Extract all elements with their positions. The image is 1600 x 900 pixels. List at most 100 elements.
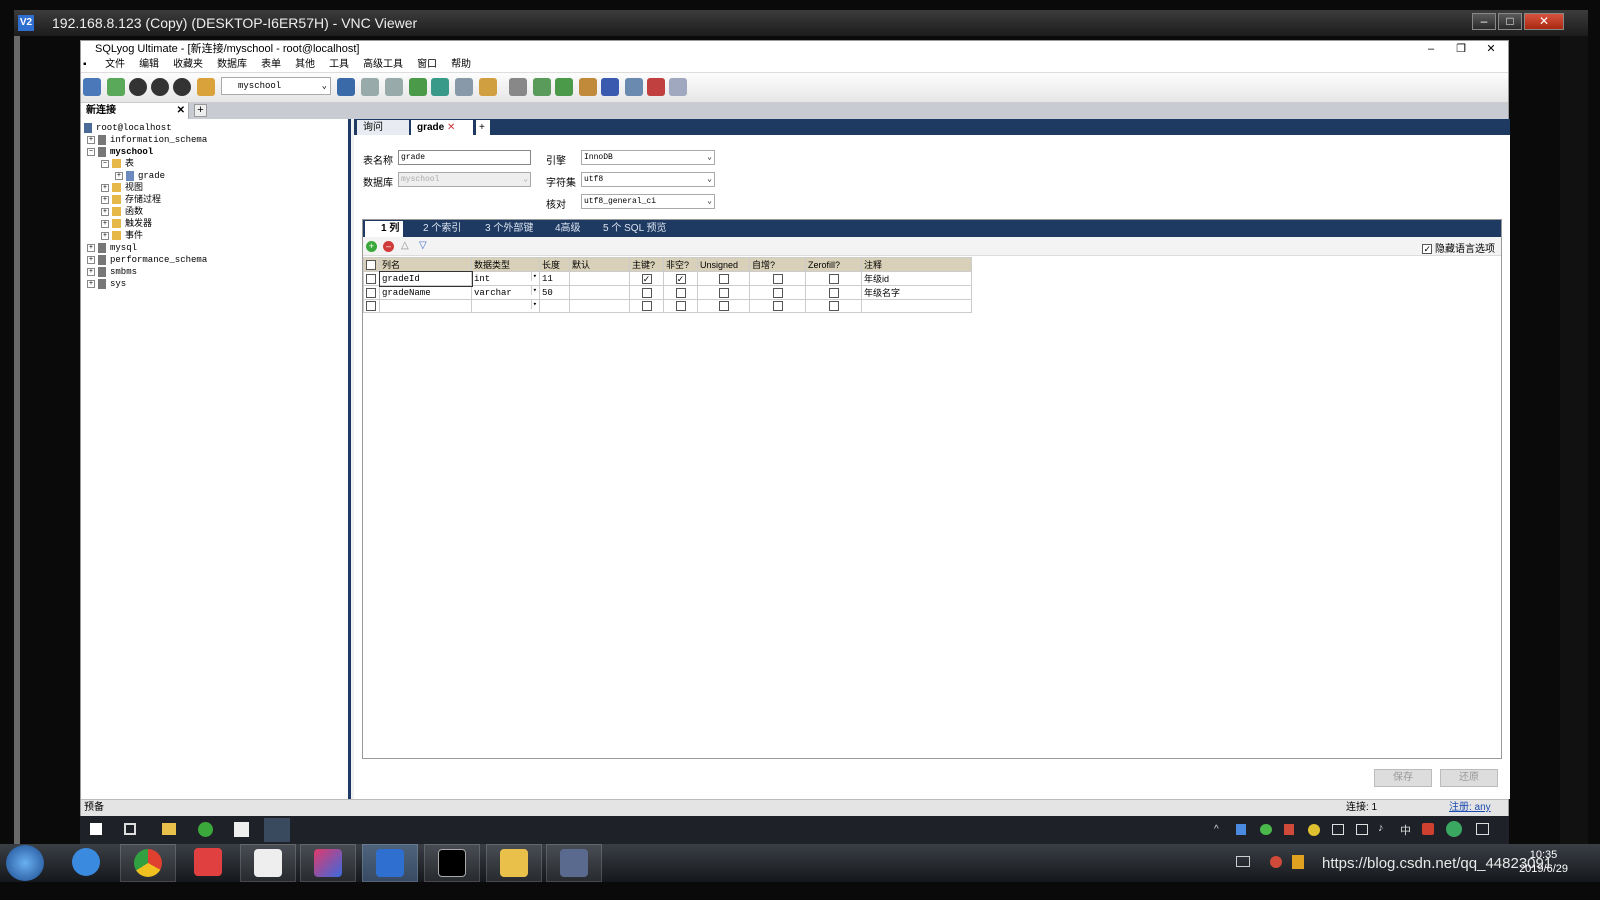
- new-connection-icon[interactable]: [83, 78, 101, 96]
- comment-cell[interactable]: 年级名字: [861, 285, 972, 300]
- keyboard-icon[interactable]: [1236, 856, 1250, 867]
- taskbar-chrome[interactable]: [120, 844, 176, 882]
- taskbar-intellij[interactable]: [300, 844, 356, 882]
- taskbar-ie[interactable]: [58, 844, 114, 882]
- tree-node[interactable]: + smbms: [87, 266, 137, 278]
- tab-indexes[interactable]: 2 个索引: [407, 221, 465, 237]
- tree-node[interactable]: + performance_schema: [87, 254, 207, 266]
- expand-icon[interactable]: +: [115, 171, 123, 180]
- close-icon[interactable]: ✕: [447, 122, 455, 133]
- menu-app-icon[interactable]: ▪: [81, 57, 95, 73]
- expand-icon[interactable]: +: [87, 243, 95, 252]
- tree-node[interactable]: + 视图: [101, 182, 143, 194]
- tree-root[interactable]: root@localhost: [84, 122, 172, 134]
- sogou-icon[interactable]: [1422, 823, 1434, 835]
- tree-node[interactable]: + 触发器: [101, 218, 152, 230]
- tree-node[interactable]: + information_schema: [87, 134, 207, 146]
- ai-cell[interactable]: [749, 285, 806, 300]
- execute-icon[interactable]: [129, 78, 147, 96]
- chevron-down-icon[interactable]: ▾: [530, 300, 538, 309]
- menu-window[interactable]: 窗口: [410, 57, 444, 73]
- taskbar-explorer[interactable]: [486, 844, 542, 882]
- chevron-down-icon[interactable]: ▾: [530, 272, 538, 281]
- restore-icon[interactable]: [385, 78, 403, 96]
- type-cell[interactable]: int ▾: [471, 271, 540, 286]
- refresh-icon[interactable]: [197, 78, 215, 96]
- engine-select[interactable]: InnoDB ⌄: [581, 150, 715, 165]
- name-cell[interactable]: gradeName: [379, 285, 472, 300]
- ai-checkbox[interactable]: [772, 301, 783, 312]
- delete-row-icon[interactable]: –: [383, 241, 394, 252]
- taskbar-typora[interactable]: [240, 844, 296, 882]
- row-select-checkbox[interactable]: [366, 273, 376, 284]
- taskbar-vnc[interactable]: [362, 844, 418, 882]
- pk-checkbox[interactable]: [641, 287, 652, 298]
- zf-cell[interactable]: [805, 285, 862, 300]
- backup-icon[interactable]: [361, 78, 379, 96]
- save-button[interactable]: 保存: [1374, 769, 1432, 787]
- unsigned-cell[interactable]: [697, 285, 750, 300]
- vnc-close-button[interactable]: ✕: [1524, 13, 1564, 30]
- tree-node[interactable]: − 表: [101, 158, 134, 170]
- tab-grade[interactable]: grade ✕: [411, 120, 473, 135]
- pk-cell[interactable]: [629, 285, 664, 300]
- network-icon[interactable]: [1356, 824, 1368, 835]
- unsigned-cell[interactable]: [697, 299, 750, 313]
- collapse-icon[interactable]: −: [87, 147, 95, 156]
- vnc-minimize-button[interactable]: –: [1472, 13, 1496, 30]
- user-icon[interactable]: [337, 78, 355, 96]
- collation-select[interactable]: utf8_general_ci ⌄: [581, 194, 715, 209]
- tree-node[interactable]: + 存储过程: [101, 194, 161, 206]
- row-select-checkbox[interactable]: [366, 287, 376, 298]
- unsigned-checkbox[interactable]: [718, 273, 729, 284]
- nn-cell[interactable]: [663, 285, 698, 300]
- menu-other[interactable]: 其他: [288, 57, 322, 73]
- ai-checkbox[interactable]: [772, 287, 783, 298]
- table-row[interactable]: ▾: [363, 299, 972, 313]
- row-select-cell[interactable]: [363, 285, 380, 300]
- default-cell[interactable]: [569, 285, 630, 300]
- tray-app-icon[interactable]: [1270, 856, 1282, 868]
- nn-checkbox[interactable]: ✓: [675, 273, 686, 284]
- menu-tools[interactable]: 工具: [322, 57, 356, 73]
- nn-checkbox[interactable]: [675, 301, 686, 312]
- table-name-field[interactable]: grade: [398, 150, 531, 165]
- type-cell[interactable]: varchar ▾: [471, 285, 540, 300]
- browser-icon[interactable]: [198, 822, 213, 837]
- tab-sql-preview[interactable]: 5 个 SQL 预览: [587, 221, 667, 237]
- menu-favorites[interactable]: 收藏夹: [166, 57, 210, 73]
- menu-file[interactable]: 文件: [98, 57, 132, 73]
- menu-advanced-tools[interactable]: 高级工具: [356, 57, 410, 73]
- unsigned-checkbox[interactable]: [718, 301, 729, 312]
- menu-database[interactable]: 数据库: [210, 57, 254, 73]
- tab-advanced[interactable]: 4高级: [539, 221, 585, 237]
- pk-cell[interactable]: [629, 299, 664, 313]
- revert-button[interactable]: 还原: [1440, 769, 1498, 787]
- zf-checkbox[interactable]: [828, 287, 839, 298]
- expand-icon[interactable]: +: [101, 219, 109, 228]
- pk-checkbox[interactable]: ✓: [641, 273, 652, 284]
- volume-icon[interactable]: ♪: [1378, 822, 1384, 834]
- move-up-icon[interactable]: △: [401, 240, 409, 251]
- unsigned-checkbox[interactable]: [718, 287, 729, 298]
- expand-icon[interactable]: +: [87, 135, 95, 144]
- expand-icon[interactable]: +: [87, 255, 95, 264]
- windows-start-icon[interactable]: [90, 823, 102, 835]
- unsigned-cell[interactable]: [697, 271, 750, 286]
- menu-table[interactable]: 表单: [254, 57, 288, 73]
- tree-node[interactable]: − myschool: [87, 146, 153, 158]
- expand-icon[interactable]: +: [101, 195, 109, 204]
- taskbar-sqlyog[interactable]: [546, 844, 602, 882]
- file-explorer-icon[interactable]: [162, 823, 176, 835]
- default-cell[interactable]: [569, 271, 630, 286]
- tab-columns[interactable]: 1 列: [365, 221, 403, 237]
- ai-cell[interactable]: [749, 299, 806, 313]
- task-view-icon[interactable]: [124, 823, 136, 835]
- select-all-checkbox[interactable]: [366, 259, 376, 270]
- nn-checkbox[interactable]: [675, 287, 686, 298]
- tray-red-icon[interactable]: [1284, 824, 1294, 835]
- database-selector[interactable]: myschool ⌄: [221, 77, 331, 95]
- tray-up-icon[interactable]: ^: [1214, 824, 1219, 835]
- monitor-icon[interactable]: [601, 78, 619, 96]
- expand-icon[interactable]: +: [87, 279, 95, 288]
